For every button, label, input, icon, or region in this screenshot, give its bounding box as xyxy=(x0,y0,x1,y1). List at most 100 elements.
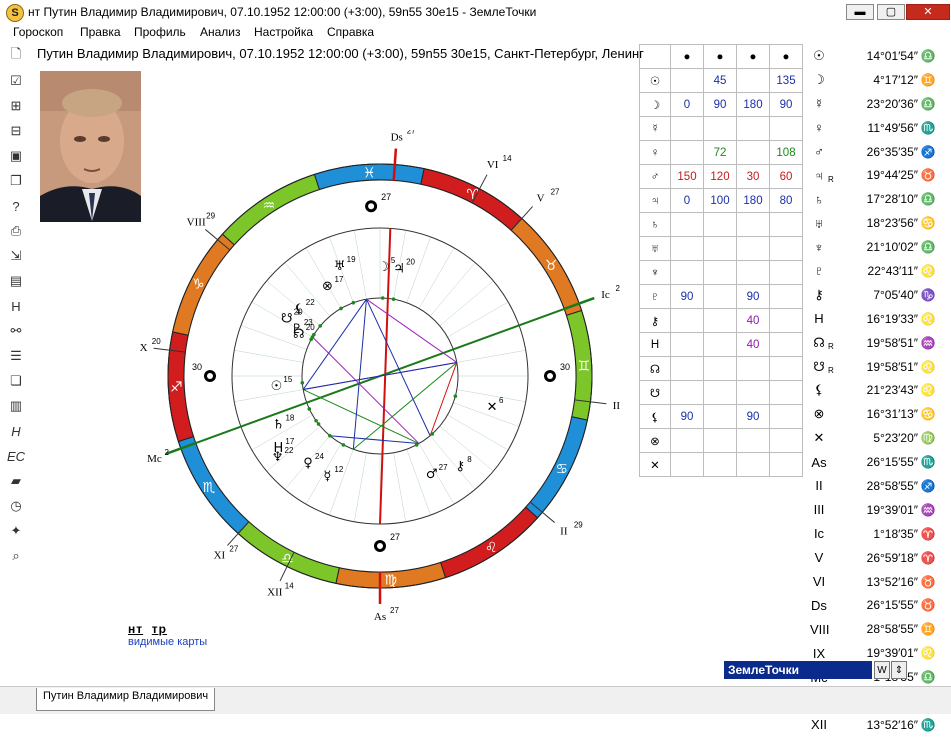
aspect-cell[interactable]: 45 xyxy=(703,68,737,93)
aspect-cell[interactable]: 90 xyxy=(736,284,770,309)
aspect-cell[interactable] xyxy=(670,116,704,141)
planet-row[interactable]: Ic 1°18′35″ ♈ xyxy=(810,522,950,546)
aspect-cell[interactable] xyxy=(736,212,770,237)
table-icon[interactable]: ☰ xyxy=(6,346,26,366)
planet-row[interactable]: VIII 28°58′55″ ♊ xyxy=(810,617,950,641)
h-italic-icon[interactable]: H xyxy=(6,421,26,441)
planet-row[interactable]: ☉ 14°01′54″ ♎ xyxy=(810,44,950,68)
bar-chart-icon[interactable]: ▥ xyxy=(6,396,26,416)
planet-row[interactable]: ♀ 11°49′56″ ♏ xyxy=(810,116,950,140)
add-document-icon[interactable]: ⊞ xyxy=(6,96,26,116)
aspect-cell[interactable] xyxy=(703,380,737,405)
menu-edit[interactable]: Правка xyxy=(80,25,121,39)
aspect-cell[interactable] xyxy=(670,332,704,357)
legend-tab-natal[interactable]: нт xyxy=(128,622,143,636)
planet-row[interactable]: ♆ 21°10′02″ ♎ xyxy=(810,235,950,259)
chart-tab[interactable]: Путин Владимир Владимирович xyxy=(36,688,216,711)
search-icon[interactable]: ⌕ xyxy=(6,546,26,566)
aspect-cell[interactable]: 72 xyxy=(703,140,737,165)
planet-row[interactable]: III 19°39′01″ ♒ xyxy=(810,498,950,522)
menu-analysis[interactable]: Анализ xyxy=(200,25,241,39)
planet-row[interactable]: ⚷ 7°05′40″ ♑ xyxy=(810,283,950,307)
aspect-cell[interactable] xyxy=(736,452,770,477)
list-icon[interactable]: ▤ xyxy=(6,271,26,291)
folder-icon[interactable]: ▰ xyxy=(6,471,26,491)
aspect-cell[interactable] xyxy=(769,428,803,453)
aspect-cell[interactable] xyxy=(703,308,737,333)
aspect-cell[interactable] xyxy=(769,116,803,141)
aspect-cell[interactable] xyxy=(736,428,770,453)
aspect-column-header[interactable]: ● xyxy=(736,44,770,69)
aspect-cell[interactable]: 90 xyxy=(670,284,704,309)
aspect-cell[interactable] xyxy=(670,260,704,285)
aspect-cell[interactable] xyxy=(703,428,737,453)
new-document-icon[interactable]: 🗋 xyxy=(6,46,26,66)
maximize-button[interactable]: ▢ xyxy=(877,4,905,20)
aspect-cell[interactable]: 120 xyxy=(703,164,737,189)
close-button[interactable]: ✕ xyxy=(906,4,950,20)
aspect-cell[interactable] xyxy=(703,260,737,285)
aspect-cell[interactable]: 30 xyxy=(736,164,770,189)
aspect-cell[interactable]: 100 xyxy=(703,188,737,213)
chart-type-select[interactable]: ЗемлеТочки xyxy=(724,661,872,679)
aspect-cell[interactable]: 90 xyxy=(769,92,803,117)
aspect-cell[interactable]: 40 xyxy=(736,332,770,357)
aspect-cell[interactable]: 150 xyxy=(670,164,704,189)
menu-profile[interactable]: Профиль xyxy=(134,25,186,39)
aspect-column-header[interactable]: ● xyxy=(703,44,737,69)
aspect-cell[interactable] xyxy=(769,212,803,237)
houses-icon[interactable]: H xyxy=(6,296,26,316)
aspect-cell[interactable] xyxy=(769,356,803,381)
planet-row[interactable]: ⊗ 16°31′13″ ♋ xyxy=(810,402,950,426)
aspect-cell[interactable] xyxy=(670,356,704,381)
copy-icon[interactable]: ❐ xyxy=(6,171,26,191)
remove-document-icon[interactable]: ⊟ xyxy=(6,121,26,141)
aspect-cell[interactable]: 90 xyxy=(703,92,737,117)
aspect-cell[interactable] xyxy=(736,116,770,141)
planet-row[interactable]: ♄ 17°28′10″ ♎ xyxy=(810,187,950,211)
planet-row[interactable]: ♇ 22°43′11″ ♌ xyxy=(810,259,950,283)
aspect-cell[interactable]: 60 xyxy=(769,164,803,189)
aspect-cell[interactable]: 90 xyxy=(670,404,704,429)
aspect-cell[interactable] xyxy=(769,260,803,285)
minimize-button[interactable]: ▬ xyxy=(846,4,874,20)
legend-tab-transit[interactable]: тр xyxy=(152,622,167,636)
aspect-cell[interactable]: 108 xyxy=(769,140,803,165)
planet-row[interactable]: Ds 26°15′55″ ♉ xyxy=(810,593,950,617)
menu-horoscope[interactable]: Гороскоп xyxy=(13,25,63,39)
aspect-cell[interactable] xyxy=(736,356,770,381)
aspect-cell[interactable] xyxy=(703,284,737,309)
aspect-cell[interactable] xyxy=(769,404,803,429)
planet-row[interactable]: ⚸ 21°23′43″ ♌ xyxy=(810,378,950,402)
aspect-cell[interactable] xyxy=(703,404,737,429)
aspect-cell[interactable] xyxy=(736,140,770,165)
aspect-cell[interactable] xyxy=(703,212,737,237)
print-icon[interactable]: ⎙ xyxy=(6,221,26,241)
aspect-cell[interactable] xyxy=(769,284,803,309)
aspect-cell[interactable] xyxy=(670,236,704,261)
aspect-cell[interactable] xyxy=(769,452,803,477)
aspect-cell[interactable] xyxy=(769,308,803,333)
planet-row[interactable]: V 26°59′18″ ♈ xyxy=(810,546,950,570)
planet-row[interactable]: ☊ R 19°58′51″ ♒ xyxy=(810,331,950,355)
aspect-cell[interactable]: 180 xyxy=(736,188,770,213)
legend-visible-charts[interactable]: видимые карты xyxy=(128,636,207,648)
aspect-cell[interactable] xyxy=(670,140,704,165)
aspect-cell[interactable] xyxy=(670,308,704,333)
aspect-cell[interactable] xyxy=(736,260,770,285)
ec-icon[interactable]: EC xyxy=(6,446,26,466)
export-icon[interactable]: ⇲ xyxy=(6,246,26,266)
aspect-cell[interactable] xyxy=(670,380,704,405)
menu-help[interactable]: Справка xyxy=(327,25,374,39)
aspect-cell[interactable] xyxy=(703,452,737,477)
aspect-cell[interactable]: 135 xyxy=(769,68,803,93)
clock-icon[interactable]: ◷ xyxy=(6,496,26,516)
weight-button[interactable]: W xyxy=(874,661,890,679)
planet-row[interactable]: ☽ 4°17′12″ ♊ xyxy=(810,68,950,92)
aspect-cell[interactable]: 80 xyxy=(769,188,803,213)
help-document-icon[interactable]: ? xyxy=(6,196,26,216)
aspect-cell[interactable]: 90 xyxy=(736,404,770,429)
aspect-column-header[interactable]: ● xyxy=(670,44,704,69)
aspect-cell[interactable] xyxy=(670,452,704,477)
planet-row[interactable]: ✕ 5°23′20″ ♍ xyxy=(810,426,950,450)
